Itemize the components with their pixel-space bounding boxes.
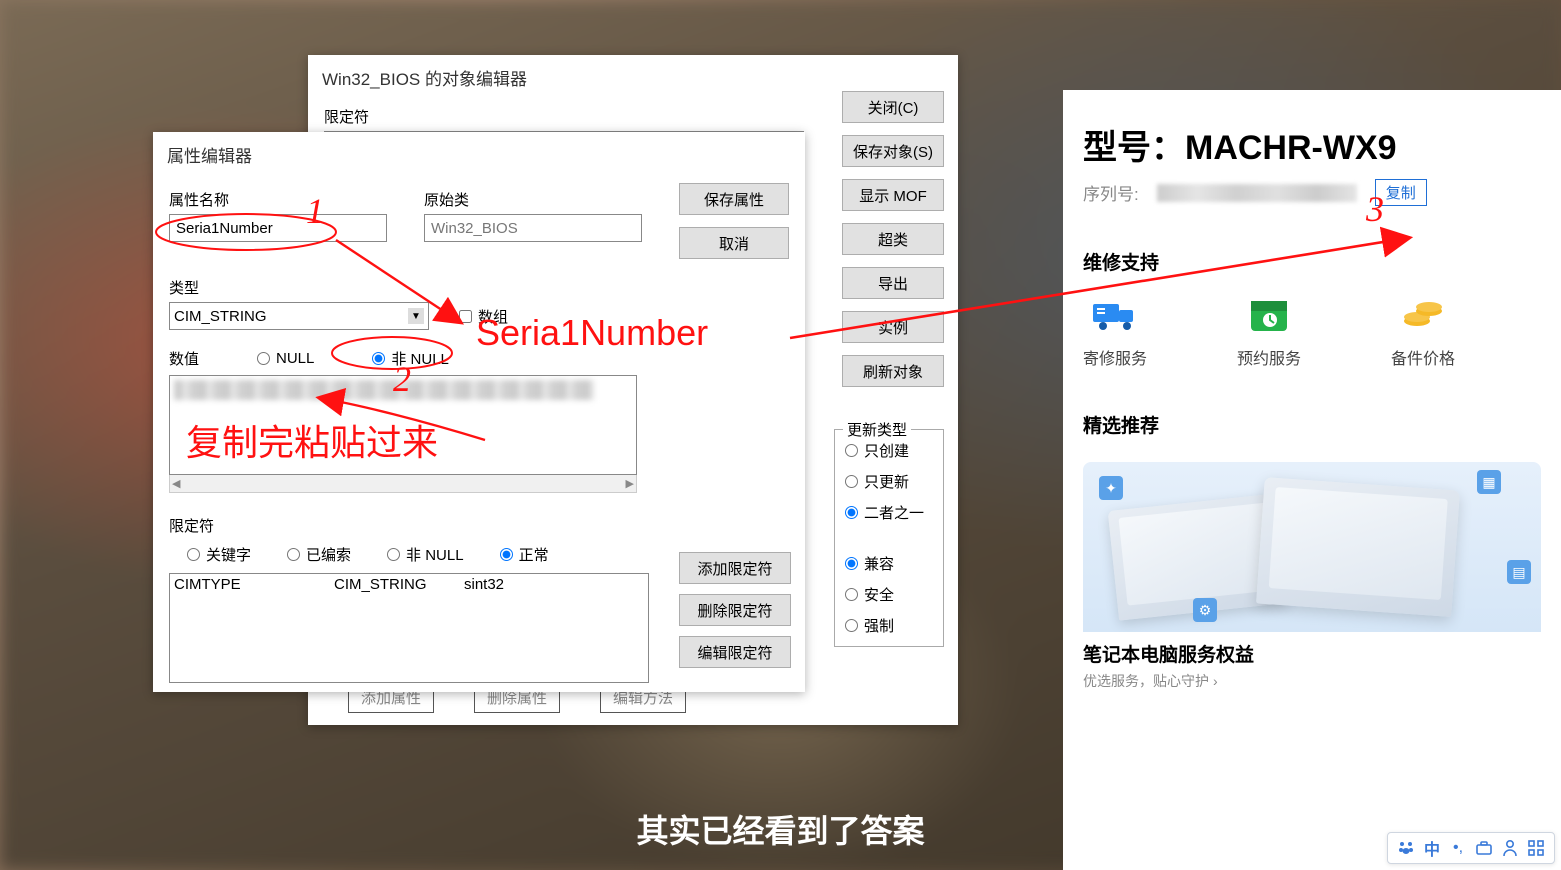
prop-name-input[interactable] (169, 214, 387, 242)
badge-icon: ✦ (1099, 476, 1123, 500)
type-select-value: CIM_STRING (174, 308, 267, 325)
radio-safe[interactable]: 安全 (845, 584, 933, 605)
edit-qualifier-button[interactable]: 编辑限定符 (679, 636, 791, 668)
orig-class-label: 原始类 (424, 189, 659, 210)
save-property-button[interactable]: 保存属性 (679, 183, 789, 215)
svc-parts[interactable]: 备件价格 (1391, 295, 1455, 369)
ime-lang-icon[interactable]: 中 (1420, 837, 1444, 859)
property-editor-window: 属性编辑器 属性名称 原始类 保存属性 取消 类型 CIM_STRING ▼ (153, 132, 805, 692)
badge-icon: ▦ (1477, 470, 1501, 494)
value-label: 数值 (169, 348, 199, 369)
chevron-down-icon: ▼ (408, 308, 424, 324)
qradio-notnull[interactable]: 非 NULL (387, 544, 464, 565)
radio-update-only[interactable]: 只更新 (845, 471, 933, 492)
promo-banner[interactable]: ✦ ▦ ⚙ ▤ (1083, 462, 1541, 632)
add-qualifier-button[interactable]: 添加限定符 (679, 552, 791, 584)
video-caption: 其实已经看到了答案 (636, 806, 924, 852)
type-label: 类型 (169, 277, 789, 298)
coins-icon (1399, 295, 1447, 335)
value-text-blurred (174, 380, 594, 400)
instance-button[interactable]: 实例 (842, 311, 944, 343)
serial-label: 序列号: (1083, 180, 1139, 205)
superclass-button[interactable]: 超类 (842, 223, 944, 255)
badge-icon: ⚙ (1193, 598, 1217, 622)
ime-toolbar[interactable]: 中 •, (1387, 832, 1555, 864)
front-qualifier-label: 限定符 (169, 515, 789, 536)
model-line: 型号：MACHR-WX9 (1083, 120, 1541, 169)
paw-icon[interactable] (1394, 837, 1418, 859)
copy-button[interactable]: 复制 (1375, 179, 1427, 206)
recommend-header: 精选推荐 (1083, 411, 1541, 438)
qualifier-table[interactable]: CIMTYPE CIM_STRING sint32 (169, 573, 649, 683)
badge-icon: ▤ (1507, 560, 1531, 584)
radio-either[interactable]: 二者之一 (845, 502, 933, 523)
svc-reserve[interactable]: 预约服务 (1237, 295, 1301, 369)
support-header: 维修支持 (1083, 248, 1541, 275)
update-type-group: 更新类型 只创建 只更新 二者之一 兼容 安全 强制 (834, 429, 944, 647)
promo-title: 笔记本电脑服务权益 (1083, 640, 1541, 667)
product-info-panel: 型号：MACHR-WX9 序列号: 复制 维修支持 寄修服务 预约服务 备件价格… (1063, 90, 1561, 870)
truck-icon (1091, 295, 1139, 335)
person-icon[interactable] (1498, 837, 1522, 859)
radio-null[interactable]: NULL (257, 350, 314, 367)
calendar-icon (1245, 295, 1293, 335)
orig-class-input (424, 214, 642, 242)
value-textarea[interactable] (169, 375, 637, 475)
prop-name-label: 属性名称 (169, 189, 404, 210)
refresh-object-button[interactable]: 刷新对象 (842, 355, 944, 387)
type-select[interactable]: CIM_STRING ▼ (169, 302, 429, 330)
svc-repair[interactable]: 寄修服务 (1083, 295, 1147, 369)
radio-compatible[interactable]: 兼容 (845, 553, 933, 574)
grid-icon[interactable] (1524, 837, 1548, 859)
table-row[interactable]: CIMTYPE CIM_STRING sint32 (170, 574, 648, 595)
close-button[interactable]: 关闭(C) (842, 91, 944, 123)
textarea-scrollbar[interactable]: ◀▶ (169, 475, 637, 493)
serial-value-blurred (1157, 184, 1357, 202)
qradio-keyword[interactable]: 关键字 (187, 544, 251, 565)
front-window-title: 属性编辑器 (153, 132, 805, 177)
show-mof-button[interactable]: 显示 MOF (842, 179, 944, 211)
radio-force[interactable]: 强制 (845, 615, 933, 636)
delete-qualifier-button[interactable]: 删除限定符 (679, 594, 791, 626)
promo-subtitle[interactable]: 优选服务，贴心守护 › (1083, 671, 1541, 691)
qradio-normal[interactable]: 正常 (500, 544, 549, 565)
cancel-button[interactable]: 取消 (679, 227, 789, 259)
save-object-button[interactable]: 保存对象(S) (842, 135, 944, 167)
separator-icon: •, (1446, 837, 1470, 859)
array-checkbox[interactable]: 数组 (459, 306, 508, 327)
briefcase-icon[interactable] (1472, 837, 1496, 859)
radio-create-only[interactable]: 只创建 (845, 440, 933, 461)
qradio-indexed[interactable]: 已编索 (287, 544, 351, 565)
chevron-right-icon: › (1213, 673, 1218, 689)
radio-not-null[interactable]: 非 NULL (372, 348, 449, 369)
laptop-illustration (1256, 477, 1460, 617)
export-button[interactable]: 导出 (842, 267, 944, 299)
update-type-legend: 更新类型 (843, 419, 911, 440)
